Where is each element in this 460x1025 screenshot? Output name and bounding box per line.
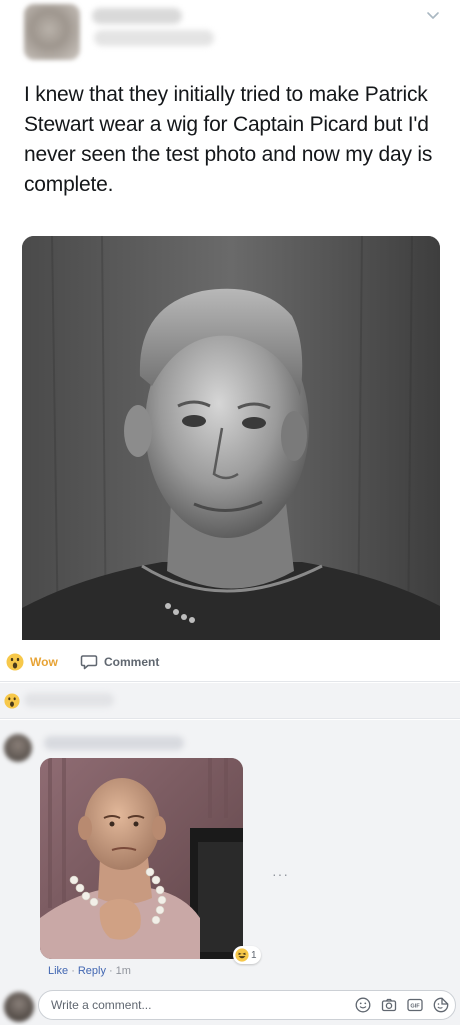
tweet-author-handle-redacted (94, 30, 214, 46)
reaction-summary-row[interactable] (0, 683, 460, 719)
current-user-avatar[interactable] (4, 992, 34, 1022)
commenter-avatar[interactable] (4, 734, 32, 762)
gif-icon[interactable]: GIF (407, 997, 423, 1013)
reaction-names-redacted (24, 693, 114, 707)
meta-separator: · (71, 965, 75, 977)
camera-icon[interactable] (381, 997, 397, 1013)
post-action-bar: Wow Comment (0, 640, 460, 682)
comment-gif-graphic (40, 758, 243, 959)
speech-bubble-icon (80, 655, 98, 670)
tweet-photo-graphic (22, 236, 440, 640)
facebook-post-footer: Wow Comment ··· 1 Like · Reply · 1m Writ… (0, 640, 460, 1025)
meta-separator: · (108, 965, 113, 977)
comment-reply-link[interactable]: Reply (78, 965, 106, 977)
comment-reaction-badge[interactable]: 1 (233, 946, 261, 964)
sticker-icon[interactable] (433, 997, 449, 1013)
tweet-photo[interactable] (22, 236, 440, 640)
comment-label: Comment (104, 655, 160, 669)
comment-gif[interactable] (40, 758, 243, 959)
tweet-text: I knew that they initially tried to make… (24, 83, 433, 196)
smiley-icon[interactable] (355, 997, 371, 1013)
comment-input[interactable] (51, 991, 341, 1019)
wow-label: Wow (30, 655, 58, 669)
tweet-author-name-redacted (92, 8, 182, 24)
haha-emoji-icon (235, 948, 249, 962)
comment-like-link[interactable]: Like (48, 965, 68, 977)
comments-section: ··· 1 Like · Reply · 1m Write a comment.… (0, 720, 460, 1025)
commenter-name-redacted (44, 736, 184, 750)
comment-more-options[interactable]: ··· (272, 866, 289, 882)
wow-emoji-icon (6, 653, 24, 671)
wow-emoji-icon (4, 693, 20, 709)
comment-button[interactable]: Comment (80, 652, 159, 672)
comment-composer[interactable]: GIF (38, 990, 456, 1020)
screenshot-frame: I knew that they initially tried to make… (0, 0, 460, 1025)
comment-timestamp: 1m (115, 965, 131, 977)
comment-meta: Like · Reply · 1m (48, 965, 131, 977)
tweet-author-avatar[interactable] (24, 4, 80, 60)
svg-text:GIF: GIF (410, 1004, 420, 1010)
wow-reaction-button[interactable]: Wow (6, 652, 58, 672)
comment-reaction-count: 1 (251, 949, 257, 961)
chevron-down-icon[interactable] (426, 8, 440, 22)
